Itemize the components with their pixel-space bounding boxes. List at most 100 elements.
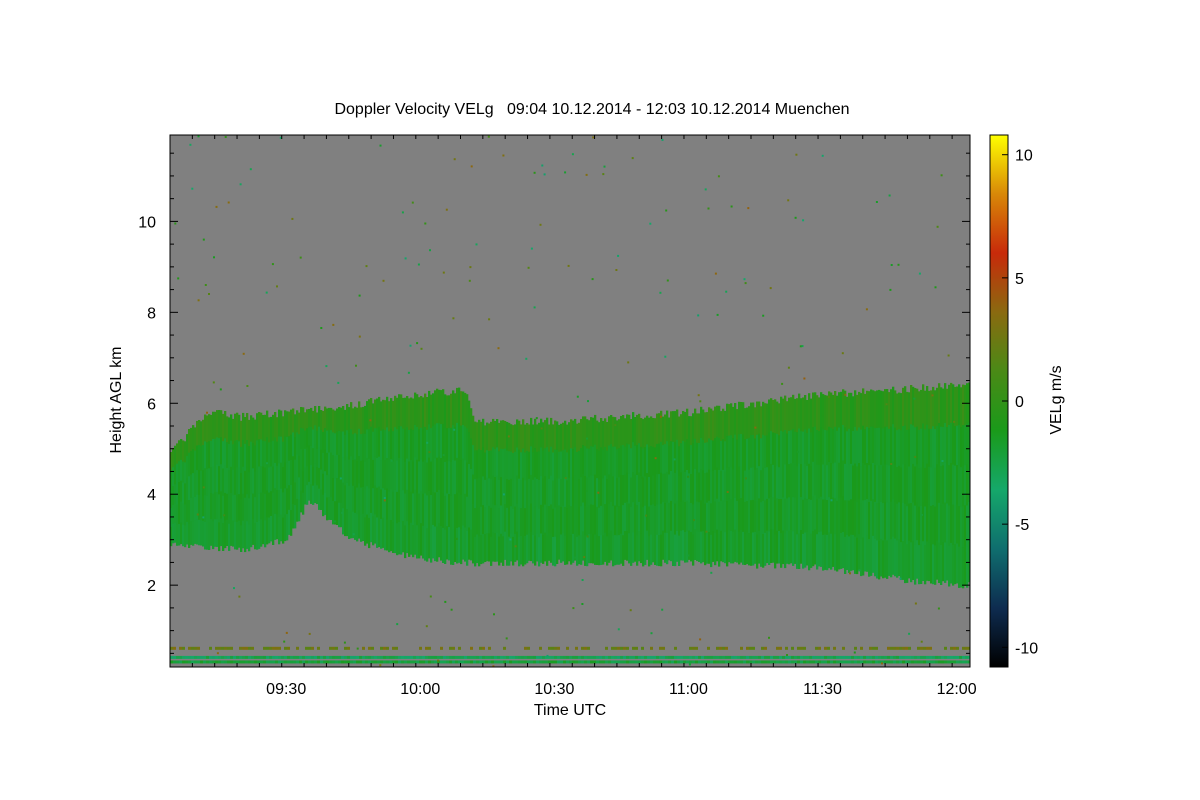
cloud-cell <box>548 533 551 561</box>
cloud-cell <box>820 496 823 533</box>
cloud-cell <box>822 429 825 466</box>
cloud-cell <box>274 412 277 439</box>
ground-clutter-cell <box>911 655 914 659</box>
ground-clutter-cell <box>860 655 863 659</box>
cloud-cell <box>654 535 657 565</box>
cloud-cell <box>928 466 931 506</box>
cloud-cell <box>482 534 485 564</box>
noise-speckle <box>428 451 431 454</box>
cloud-cell <box>592 417 595 448</box>
cloud-cell <box>572 477 575 507</box>
cloud-cell <box>598 450 601 480</box>
noise-speckle <box>615 269 618 271</box>
ground-clutter-cell <box>194 660 197 664</box>
ground-clutter-cell <box>857 655 860 659</box>
cloud-cell <box>800 431 803 465</box>
cloud-cell <box>554 449 557 480</box>
cloud-cell <box>668 474 671 504</box>
cloud-cell <box>498 451 501 481</box>
cloud-cell <box>580 419 583 449</box>
cloud-cell <box>606 536 609 566</box>
colorbar-tick-label: -5 <box>1015 517 1029 534</box>
cloud-cell <box>570 477 573 507</box>
cloud-cell <box>772 400 775 433</box>
cloud-cell <box>282 441 285 468</box>
cloud-cell <box>568 449 571 479</box>
cloud-cell <box>420 459 423 492</box>
cloud-cell <box>516 475 519 505</box>
cloud-cell <box>920 428 923 468</box>
cloud-cell <box>180 439 183 461</box>
cloud-cell <box>878 427 881 467</box>
noise-speckle <box>417 263 420 266</box>
cloud-cell <box>848 500 851 537</box>
ground-clutter-cell <box>833 655 836 659</box>
ground-clutter-cell <box>503 655 506 659</box>
ground-clutter-cell <box>254 655 257 659</box>
cloud-cell <box>266 463 269 492</box>
cloud-cell <box>366 429 369 459</box>
cloud-cell <box>596 506 599 537</box>
noise-speckle <box>697 314 700 317</box>
cloud-cell <box>836 395 839 432</box>
ground-clutter-cell <box>959 655 962 659</box>
cloud-cell <box>868 465 871 503</box>
cloud-cell <box>478 507 481 538</box>
cloud-cell <box>776 401 779 435</box>
ground-clutter-cell <box>227 646 230 650</box>
cloud-cell <box>402 397 405 430</box>
cloud-cell <box>220 518 223 547</box>
cloud-cell <box>830 533 833 570</box>
cloud-cell <box>238 520 241 548</box>
cloud-cell <box>344 510 347 537</box>
cloud-cell <box>752 532 755 566</box>
cloud-cell <box>750 532 753 566</box>
cloud-cell <box>244 524 247 553</box>
cloud-cell <box>292 480 295 505</box>
cloud-cell <box>536 533 539 562</box>
cloud-cell <box>428 457 431 492</box>
cloud-cell <box>382 429 385 460</box>
cloud-cell <box>958 465 961 507</box>
cloud-cell <box>930 467 933 507</box>
ground-clutter-cell <box>620 646 623 650</box>
cloud-cell <box>446 395 449 429</box>
cloud-cell <box>866 499 869 536</box>
cloud-cell <box>362 433 365 461</box>
cloud-cell <box>796 398 799 433</box>
cloud-cell <box>636 475 639 506</box>
cloud-cell <box>894 538 897 577</box>
cloud-cell <box>698 413 701 444</box>
ground-clutter-cell <box>662 655 665 659</box>
cloud-cell <box>524 508 527 537</box>
cloud-cell <box>620 416 623 446</box>
cloud-cell <box>328 407 331 431</box>
cloud-cell <box>296 498 299 522</box>
cloud-cell <box>806 465 809 500</box>
cloud-cell <box>198 469 201 496</box>
ground-clutter-cell <box>299 660 302 664</box>
cloud-cell <box>920 506 923 546</box>
ground-clutter-cell <box>635 660 638 664</box>
ground-clutter-cell <box>224 660 227 664</box>
cloud-cell <box>242 466 245 495</box>
ground-clutter-cell <box>716 660 719 664</box>
ground-clutter-cell <box>509 660 512 664</box>
cloud-cell <box>234 467 237 496</box>
cloud-cell <box>886 426 889 466</box>
ground-clutter-cell <box>173 655 176 659</box>
noise-speckle <box>525 357 528 360</box>
cloud-cell <box>756 401 759 436</box>
cloud-cell <box>254 522 257 550</box>
noise-speckle <box>455 537 458 540</box>
cloud-cell <box>562 450 565 479</box>
cloud-cell <box>850 499 853 536</box>
cloud-cell <box>906 391 909 431</box>
cloud-cell <box>858 498 861 535</box>
cloud-cell <box>910 542 913 583</box>
noise-speckle <box>597 491 600 494</box>
cloud-cell <box>238 494 241 522</box>
cloud-cell <box>786 433 789 467</box>
cloud-cell <box>354 486 357 514</box>
cloud-cell <box>890 501 893 540</box>
